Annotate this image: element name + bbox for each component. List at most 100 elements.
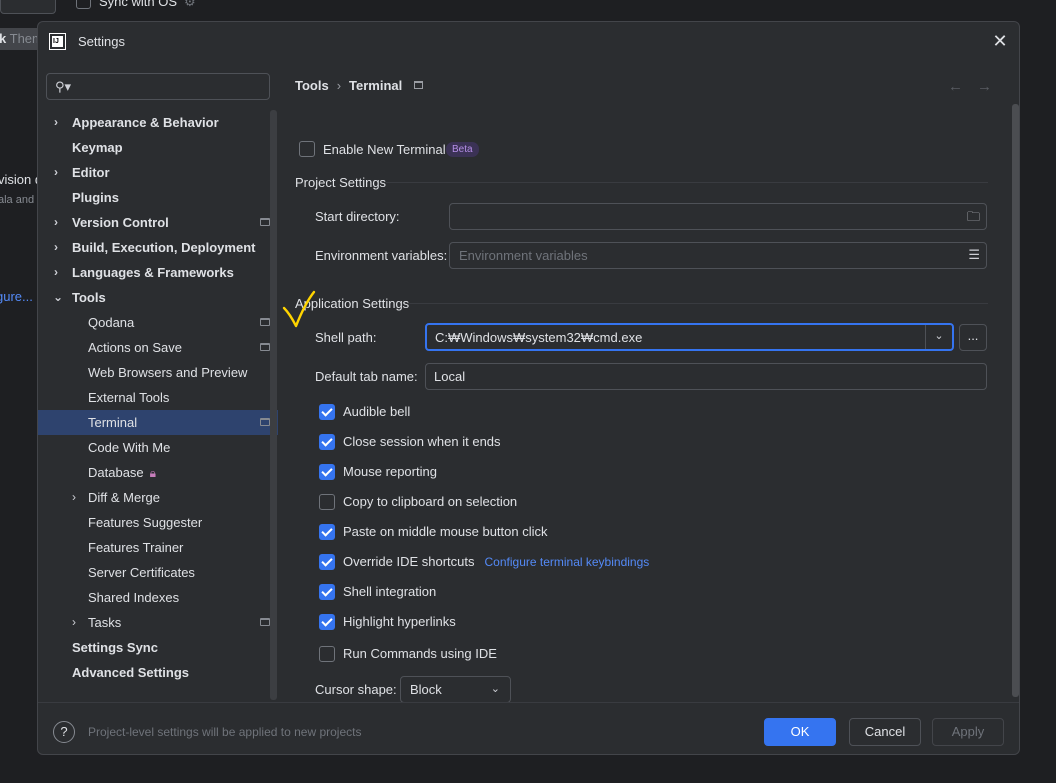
chevron-down-icon[interactable]: ⌄ [925,325,952,349]
help-icon[interactable]: ? [53,721,75,743]
chevron-right-icon[interactable]: › [72,485,76,510]
content-scrollbar[interactable] [1012,104,1019,697]
sidebar-item-build[interactable]: › Build, Execution, Deployment [38,235,278,260]
title-bar: IJ Settings ✕ [38,22,1019,62]
sidebar-item-external-tools[interactable]: External Tools [38,385,278,410]
mouse-reporting-label[interactable]: Mouse reporting [343,464,437,479]
sidebar-item-editor[interactable]: › Editor [38,160,278,185]
back-arrow-icon[interactable]: ← [948,78,977,95]
footer-note: Project-level settings will be applied t… [88,725,362,739]
sidebar-item-features-trainer[interactable]: Features Trainer [38,535,278,560]
project-level-icon [260,343,270,351]
close-session-checkbox[interactable] [319,434,335,450]
sidebar-item-label: Version Control [72,215,169,230]
background-link[interactable]: gure... [0,289,33,304]
shell-path-combo[interactable]: C:₩Windows₩system32₩cmd.exe ⌄ [425,323,954,351]
mouse-reporting-checkbox[interactable] [319,464,335,480]
sidebar-scrollbar[interactable] [270,110,277,700]
sidebar-item-label: Shared Indexes [88,590,180,605]
audible-bell-checkbox[interactable] [319,404,335,420]
paste-middle-click-checkbox[interactable] [319,524,335,540]
sidebar-item-plugins[interactable]: Plugins [38,185,278,210]
paste-middle-click-label[interactable]: Paste on middle mouse button click [343,524,548,539]
sidebar-item-features-suggester[interactable]: Features Suggester [38,510,278,535]
background-sync-label: Sync with OS [99,0,178,9]
configure-keybindings-link[interactable]: Configure terminal keybindings [485,555,650,569]
lock-icon: 🔒︎ [149,466,157,480]
sidebar-item-database[interactable]: Database 🔒︎ [38,460,278,485]
override-ide-shortcuts-label[interactable]: Override IDE shortcuts [343,554,475,569]
chevron-right-icon[interactable]: › [54,210,58,235]
sidebar-item-label: Advanced Settings [72,665,190,680]
sidebar-item-label: Build, Execution, Deployment [72,240,256,255]
background-theme-combo[interactable] [0,0,56,14]
environment-variables-field[interactable]: Environment variables ☰ [449,242,987,269]
close-session-label[interactable]: Close session when it ends [343,434,501,449]
override-ide-shortcuts-checkbox[interactable] [319,554,335,570]
gear-icon[interactable]: ⚙ [184,0,196,10]
sidebar-item-label: Plugins [72,190,119,205]
cursor-shape-combo[interactable]: Block ⌄ [400,676,511,703]
copy-to-clipboard-checkbox[interactable] [319,494,335,510]
list-icon[interactable]: ☰ [968,247,980,263]
highlight-hyperlinks-label[interactable]: Highlight hyperlinks [343,614,456,629]
sidebar-item-tasks[interactable]: › Tasks [38,610,278,635]
override-ide-shortcuts-row: Override IDE shortcuts Configure terminal… [343,554,649,569]
chevron-down-icon[interactable]: ⌄ [53,285,63,310]
sidebar-item-tools[interactable]: ⌄ Tools [38,285,278,310]
breadcrumb-parent[interactable]: Tools [295,78,329,93]
search-icon: ⚲▾ [55,79,72,94]
search-input[interactable]: ⚲▾ [46,73,270,100]
section-divider [408,303,988,304]
sidebar-item-languages[interactable]: › Languages & Frameworks [38,260,278,285]
sidebar-item-settings-sync[interactable]: Settings Sync [38,635,278,660]
sidebar-item-label: Settings Sync [72,640,158,655]
sidebar-item-appearance[interactable]: › Appearance & Behavior [38,110,278,135]
default-tab-name-field[interactable]: Local [425,363,987,390]
apply-button[interactable]: Apply [932,718,1004,746]
background-theme-hint: Them [9,31,40,46]
default-tab-name-label: Default tab name: [315,369,418,384]
sidebar-item-version-control[interactable]: › Version Control [38,210,278,235]
run-commands-ide-checkbox[interactable] [319,646,335,662]
chevron-right-icon[interactable]: › [72,610,76,635]
chevron-right-icon[interactable]: › [54,235,58,260]
copy-to-clipboard-label[interactable]: Copy to clipboard on selection [343,494,517,509]
shell-integration-label[interactable]: Shell integration [343,584,436,599]
cancel-button[interactable]: Cancel [849,718,921,746]
sidebar-item-qodana[interactable]: Qodana [38,310,278,335]
sidebar-item-code-with-me[interactable]: Code With Me [38,435,278,460]
start-directory-field[interactable]: 🗀 [449,203,987,230]
chevron-right-icon[interactable]: › [54,160,58,185]
sidebar-item-label: Features Trainer [88,540,184,555]
sidebar-item-actions-on-save[interactable]: Actions on Save [38,335,278,360]
settings-dialog: IJ Settings ✕ ⚲▾ › Appearance & Behavior … [37,21,1020,755]
breadcrumb: Tools › Terminal [295,78,424,93]
sidebar-item-web-browsers[interactable]: Web Browsers and Preview [38,360,278,385]
enable-new-terminal-label[interactable]: Enable New Terminal [323,142,446,157]
sidebar-item-shared-indexes[interactable]: Shared Indexes [38,585,278,610]
sidebar-item-advanced-settings[interactable]: Advanced Settings [38,660,278,685]
background-theme-text: k [0,31,7,46]
folder-icon[interactable]: 🗀 [967,208,980,230]
settings-tree: › Appearance & Behavior Keymap › Editor Pl… [38,110,278,685]
browse-button[interactable]: ... [959,324,987,351]
chevron-right-icon[interactable]: › [54,260,58,285]
sidebar-item-keymap[interactable]: Keymap [38,135,278,160]
breadcrumb-current: Terminal [349,78,403,93]
cursor-shape-value: Block [410,682,442,697]
enable-new-terminal-checkbox[interactable] [299,141,315,157]
audible-bell-label[interactable]: Audible bell [343,404,410,419]
highlight-hyperlinks-checkbox[interactable] [319,614,335,630]
sidebar-item-terminal[interactable]: Terminal [38,410,278,435]
background-sync-checkbox[interactable] [76,0,91,9]
run-commands-ide-label[interactable]: Run Commands using IDE [343,646,497,661]
sidebar-item-server-certificates[interactable]: Server Certificates [38,560,278,585]
sidebar-item-diff-merge[interactable]: › Diff & Merge [38,485,278,510]
shell-integration-checkbox[interactable] [319,584,335,600]
close-icon[interactable]: ✕ [991,32,1009,50]
ok-button[interactable]: OK [764,718,836,746]
chevron-right-icon[interactable]: › [54,110,58,135]
sidebar-item-label: Tasks [88,615,122,630]
forward-arrow-icon[interactable]: → [977,78,1006,95]
